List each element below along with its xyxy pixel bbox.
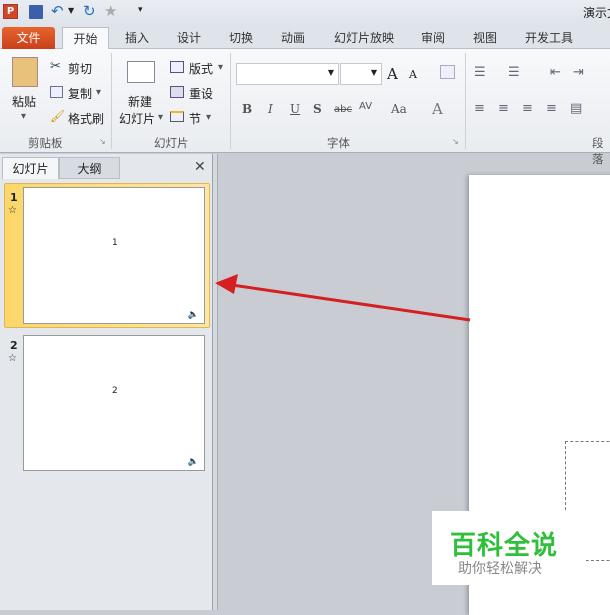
watermark: 百科全说 助你轻松解决	[432, 511, 586, 585]
watermark-subtitle: 助你轻松解决	[458, 561, 542, 577]
watermark-title: 百科全说	[450, 531, 559, 561]
